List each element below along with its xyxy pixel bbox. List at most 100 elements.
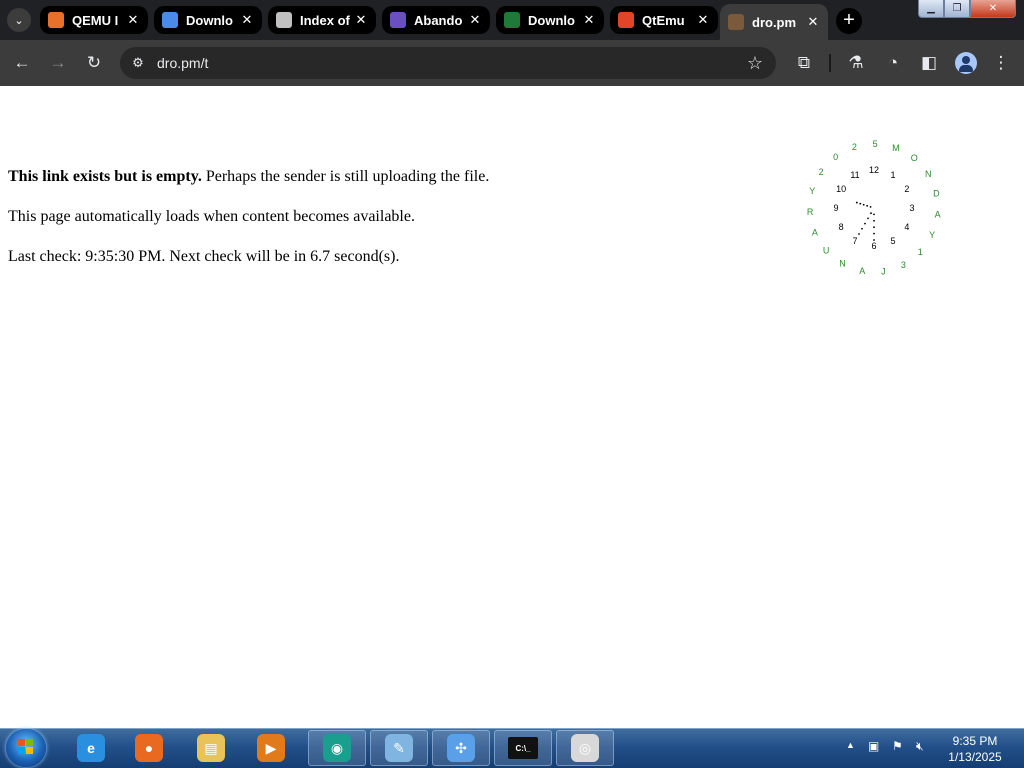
taskbar-command-prompt-button[interactable]: C:\_ bbox=[494, 730, 552, 766]
performance-icon[interactable]: ◔ bbox=[883, 53, 903, 73]
clock-hand-dot bbox=[861, 227, 863, 230]
action-center-flag-icon[interactable]: ⚑ bbox=[892, 739, 903, 753]
browser-tab[interactable]: dro.pm ✕ bbox=[720, 4, 828, 40]
address-bar[interactable] bbox=[120, 47, 776, 79]
reload-icon[interactable]: ↻ bbox=[84, 53, 104, 73]
clock-date-letter: A bbox=[935, 209, 941, 219]
bookmark-star-icon[interactable]: ☆ bbox=[744, 52, 766, 74]
media-player-icon: ▶ bbox=[257, 734, 285, 762]
tab-close-icon[interactable]: ✕ bbox=[240, 12, 254, 28]
tab-close-icon[interactable]: ✕ bbox=[696, 12, 710, 28]
taskbar-network-app-button[interactable]: ✣ bbox=[432, 730, 490, 766]
taskbar-notepad-app-button[interactable]: ✎ bbox=[370, 730, 428, 766]
clock-hour-number: 2 bbox=[904, 184, 909, 194]
browser-tab[interactable]: Abando ✕ bbox=[382, 6, 490, 34]
browser-tab[interactable]: Downlo ✕ bbox=[154, 6, 262, 34]
new-tab-button[interactable]: + bbox=[836, 8, 862, 34]
clock-date-letter: 5 bbox=[873, 139, 878, 149]
clock-date-letter: 2 bbox=[819, 167, 824, 177]
clock-hand-dot bbox=[859, 202, 862, 205]
clock-hand-dot bbox=[866, 204, 869, 207]
tray-date: 1/13/2025 bbox=[948, 750, 1002, 764]
document-app-icon: ◎ bbox=[571, 734, 599, 762]
abandon-icon bbox=[390, 12, 406, 28]
qemu-icon bbox=[48, 12, 64, 28]
clock-date-letter: N bbox=[925, 169, 932, 179]
empty-link-detail: Perhaps the sender is still uploading th… bbox=[201, 168, 490, 185]
clock-hour-number: 5 bbox=[890, 236, 895, 246]
clock-hour-number: 7 bbox=[852, 236, 857, 246]
tab-close-icon[interactable]: ✕ bbox=[354, 12, 368, 28]
tab-close-icon[interactable]: ✕ bbox=[126, 12, 140, 28]
clock-hand-dot bbox=[862, 203, 865, 206]
clock-date-letter: D bbox=[933, 188, 940, 198]
clock-hour-number: 10 bbox=[836, 184, 846, 194]
chevron-down-icon: ⌄ bbox=[14, 14, 24, 27]
profile-icon[interactable] bbox=[955, 52, 977, 74]
site-settings-icon[interactable]: ⚙ bbox=[128, 53, 148, 73]
browser-tab[interactable]: Downlo ✕ bbox=[496, 6, 604, 34]
browser-tab[interactable]: QEMU I ✕ bbox=[40, 6, 148, 34]
clock-date-letter: R bbox=[807, 207, 814, 217]
tray-clock[interactable]: 9:35 PM 1/13/2025 bbox=[946, 733, 1004, 765]
clock-minute-hand bbox=[858, 212, 872, 235]
tab-search-button[interactable]: ⌄ bbox=[7, 8, 31, 32]
address-url[interactable]: dro.pm/t bbox=[157, 54, 208, 72]
clock-date-letter: 0 bbox=[833, 152, 838, 162]
taskbar-internet-explorer-button[interactable]: e bbox=[62, 730, 120, 766]
volume-muted-icon[interactable]: 🔇︎ bbox=[916, 739, 924, 754]
tray-time: 9:35 PM bbox=[952, 734, 998, 748]
clock-second-hand bbox=[873, 213, 875, 241]
start-button[interactable] bbox=[6, 729, 46, 767]
maximize-button[interactable]: ❐ bbox=[944, 0, 970, 18]
side-panel-icon[interactable]: ◧ bbox=[919, 53, 939, 73]
taskbar-chrome-app-button[interactable]: ◉ bbox=[308, 730, 366, 766]
clock-date-letter: O bbox=[911, 153, 918, 163]
internet-explorer-icon: e bbox=[77, 734, 105, 762]
file-explorer-icon: ▤ bbox=[197, 734, 225, 762]
index-icon bbox=[276, 12, 292, 28]
dropm-icon bbox=[728, 14, 744, 30]
clock-hand-dot bbox=[873, 239, 875, 241]
taskbar-file-explorer-button[interactable]: ▤ bbox=[182, 730, 240, 766]
forward-icon[interactable]: → bbox=[48, 53, 68, 73]
tab-title: Downlo bbox=[186, 12, 233, 28]
tab-close-icon[interactable]: ✕ bbox=[468, 12, 482, 28]
browser-tab[interactable]: Index of ✕ bbox=[268, 6, 376, 34]
back-icon[interactable]: ← bbox=[12, 53, 32, 73]
taskbar-media-player-button[interactable]: ▶ bbox=[242, 730, 300, 766]
browser-tab[interactable]: QtEmu ✕ bbox=[610, 6, 718, 34]
clock-hand-dot bbox=[869, 206, 872, 208]
clock-date-letter: U bbox=[823, 245, 830, 255]
clock-date-letter: A bbox=[812, 228, 818, 238]
clock-hour-number: 11 bbox=[850, 170, 859, 180]
menu-icon[interactable]: ⋮ bbox=[991, 53, 1011, 73]
tab-title: QEMU I bbox=[72, 12, 119, 28]
windows-logo-icon bbox=[18, 739, 34, 755]
network-tray-icon[interactable]: ▣ bbox=[868, 739, 879, 753]
empty-link-heading: This link exists but is empty. bbox=[8, 168, 202, 185]
clock-face: 121234567891011MONDAY13JANUARY202 5 bbox=[807, 139, 941, 276]
tab-close-icon[interactable]: ✕ bbox=[806, 14, 820, 30]
tab-title: Abando bbox=[414, 12, 463, 28]
close-window-button[interactable]: ✕ bbox=[970, 0, 1016, 18]
tray-overflow-icon[interactable]: ▲ bbox=[846, 740, 855, 750]
clock-hour-number: 1 bbox=[890, 170, 895, 180]
clock-date-letter: 2 bbox=[852, 142, 857, 152]
tab-close-icon[interactable]: ✕ bbox=[582, 12, 596, 28]
taskbar-document-app-button[interactable]: ◎ bbox=[556, 730, 614, 766]
clock-hand-dot bbox=[873, 226, 875, 229]
tab-title: Downlo bbox=[528, 12, 575, 28]
extensions-icon[interactable]: ⧉ bbox=[794, 53, 814, 73]
clock-hand-dot bbox=[873, 213, 875, 216]
taskbar-firefox-button[interactable]: ● bbox=[120, 730, 178, 766]
labs-icon[interactable]: ⚗ bbox=[846, 53, 866, 73]
clock-date-letter: Y bbox=[809, 186, 815, 196]
toolbar-separator bbox=[829, 54, 831, 72]
minimize-button[interactable]: ▁ bbox=[918, 0, 944, 18]
clock-hour-number: 8 bbox=[839, 222, 844, 232]
tab-title: QtEmu bbox=[642, 12, 685, 28]
clock-hand-dot bbox=[864, 222, 866, 225]
firefox-icon: ● bbox=[135, 734, 163, 762]
clock-hand-dot bbox=[867, 217, 869, 220]
